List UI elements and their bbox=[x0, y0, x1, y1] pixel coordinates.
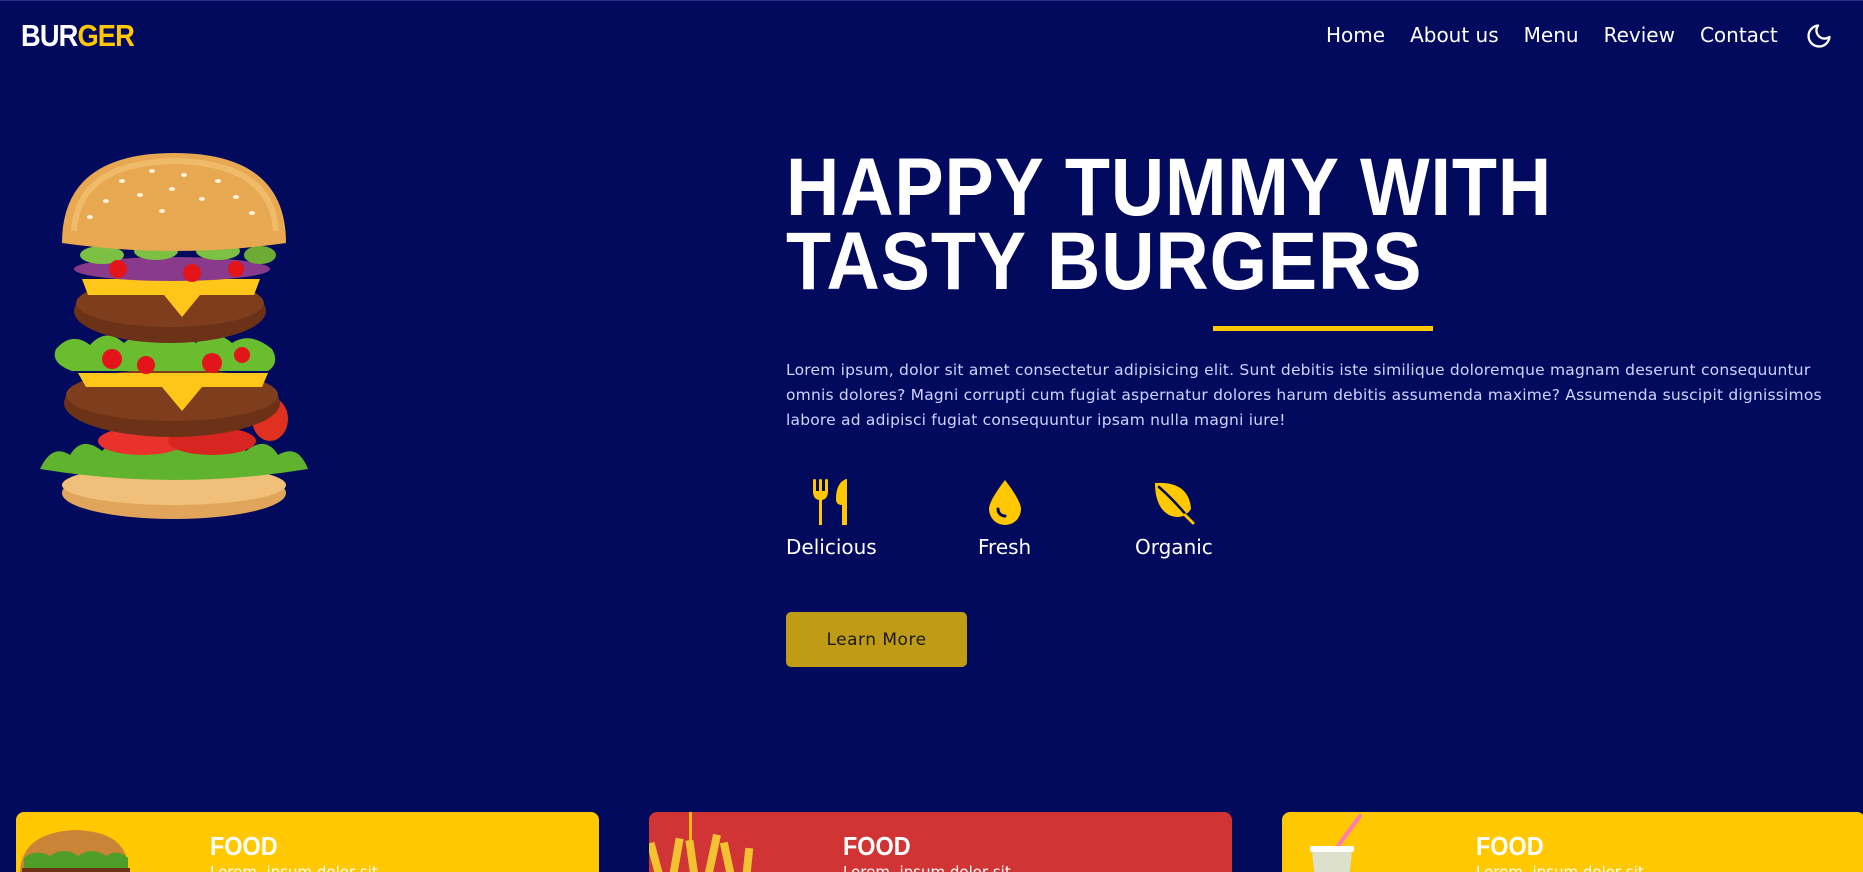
navbar: BURGER Home About us Menu Review Contact bbox=[0, 1, 1863, 73]
fries-thumbnail bbox=[649, 812, 769, 872]
food-card[interactable]: FOOD Lorem, ipsum dolor sit bbox=[16, 812, 599, 872]
page: BURGER Home About us Menu Review Contact bbox=[0, 0, 1863, 872]
card-title: FOOD bbox=[1476, 831, 1544, 861]
nav-item-contact[interactable]: Contact bbox=[1700, 23, 1778, 47]
logo-part2: GER bbox=[77, 18, 134, 53]
card-subtitle: Lorem, ipsum dolor sit bbox=[210, 863, 378, 872]
feature-label: Organic bbox=[1135, 535, 1213, 559]
burger-image bbox=[22, 151, 316, 519]
food-card[interactable]: FOOD Lorem, ipsum dolor sit bbox=[649, 812, 1232, 872]
food-card[interactable]: FOOD Lorem, ipsum dolor sit bbox=[1282, 812, 1863, 872]
features-list: Delicious Fresh Organic bbox=[786, 479, 1286, 569]
nav-item-home[interactable]: Home bbox=[1326, 23, 1385, 47]
title-divider bbox=[1213, 326, 1433, 331]
nav-item-review[interactable]: Review bbox=[1604, 23, 1675, 47]
logo-part1: BUR bbox=[21, 18, 78, 53]
logo[interactable]: BURGER bbox=[21, 18, 135, 54]
learn-more-button[interactable]: Learn More bbox=[786, 612, 967, 667]
card-subtitle: Lorem, ipsum dolor sit bbox=[1476, 863, 1644, 872]
feature-label: Fresh bbox=[978, 535, 1032, 559]
card-title: FOOD bbox=[843, 831, 911, 861]
moon-icon[interactable] bbox=[1805, 22, 1833, 50]
card-title: FOOD bbox=[210, 831, 278, 861]
nav-item-about[interactable]: About us bbox=[1410, 23, 1499, 47]
feature-fresh: Fresh bbox=[978, 479, 1031, 559]
utensils-icon bbox=[786, 479, 877, 525]
drink-thumbnail bbox=[1282, 812, 1402, 872]
nav-menu: Home About us Menu Review Contact bbox=[1326, 23, 1803, 47]
hero-title: HAPPY TUMMY WITH TASTY BURGERS bbox=[786, 142, 1553, 307]
burger-thumbnail bbox=[16, 812, 136, 872]
hero-description: Lorem ipsum, dolor sit amet consectetur … bbox=[786, 361, 1822, 429]
card-subtitle: Lorem, ipsum dolor sit bbox=[843, 863, 1011, 872]
nav-item-menu[interactable]: Menu bbox=[1524, 23, 1579, 47]
feature-label: Delicious bbox=[786, 535, 877, 559]
leaf-icon bbox=[1135, 479, 1213, 525]
feature-organic: Organic bbox=[1135, 479, 1213, 559]
feature-delicious: Delicious bbox=[786, 479, 877, 559]
droplet-icon bbox=[978, 479, 1031, 525]
